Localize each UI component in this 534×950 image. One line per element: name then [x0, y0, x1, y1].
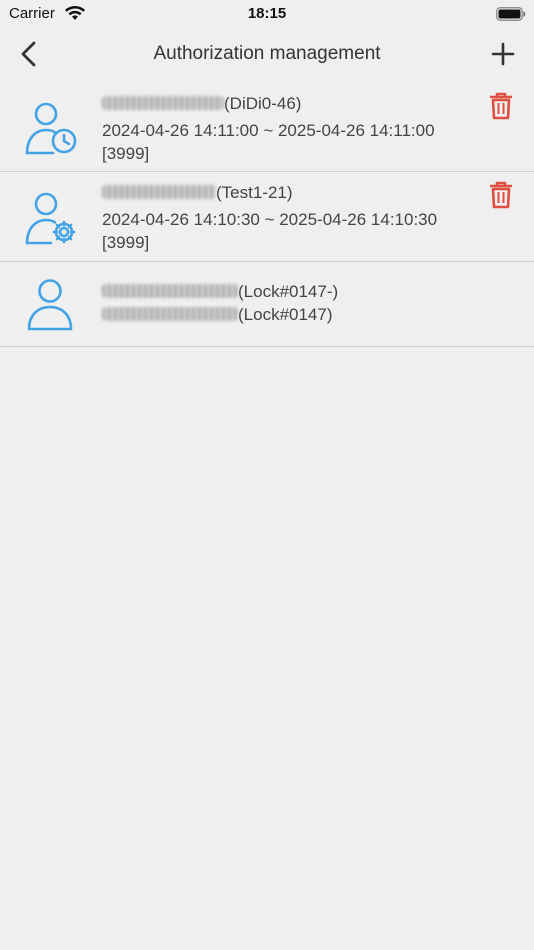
page-title: Authorization management: [153, 43, 381, 64]
authorization-name: (Test1-21): [216, 183, 293, 202]
user-gear-icon: [25, 192, 76, 245]
masked-phone-number: [102, 185, 216, 199]
authorization-period: 2024-04-26 14:11:00 ~ 2025-04-26 14:11:0…: [102, 121, 435, 140]
user-clock-icon: [25, 102, 77, 155]
status-time: 18:15: [247, 5, 287, 22]
authorization-period: 2024-04-26 14:10:30 ~ 2025-04-26 14:10:3…: [102, 210, 438, 229]
status-bar: Carrier 18:15: [0, 0, 534, 30]
user-icon: [27, 279, 73, 331]
authorization-row[interactable]: (Lock#0147-) (Lock#0147): [0, 262, 534, 347]
authorization-name-line: (DiDi0-46): [102, 92, 494, 115]
authorization-name-line: (Test1-21): [102, 181, 494, 204]
authorization-info: (Lock#0147-) (Lock#0147): [102, 280, 494, 326]
authorization-row[interactable]: (Test1-21) 2024-04-26 14:10:30 ~ 2025-04…: [0, 172, 534, 262]
navigation-bar: Authorization management: [0, 30, 534, 78]
authorization-line-1: (Lock#0147-): [102, 280, 494, 303]
authorization-line-2: (Lock#0147): [102, 303, 494, 326]
trash-icon[interactable]: [488, 92, 514, 120]
masked-phone-number: [102, 96, 224, 110]
authorization-name: (DiDi0-46): [224, 94, 302, 113]
authorization-name: (Lock#0147-): [238, 282, 339, 301]
authorization-code: [3999]: [102, 233, 150, 252]
authorization-info: (DiDi0-46) 2024-04-26 14:11:00 ~ 2025-04…: [102, 92, 494, 165]
battery-icon: [496, 7, 526, 21]
authorization-code: [3999]: [102, 144, 150, 163]
authorization-row[interactable]: (DiDi0-46) 2024-04-26 14:11:00 ~ 2025-04…: [0, 83, 534, 172]
masked-phone-number: [102, 284, 238, 298]
trash-icon[interactable]: [488, 181, 514, 209]
add-plus-icon[interactable]: [488, 39, 518, 69]
authorization-info: (Test1-21) 2024-04-26 14:10:30 ~ 2025-04…: [102, 181, 494, 254]
authorization-list: (DiDi0-46) 2024-04-26 14:11:00 ~ 2025-04…: [0, 83, 534, 347]
masked-phone-number: [102, 307, 238, 321]
authorization-name: (Lock#0147): [238, 305, 333, 324]
